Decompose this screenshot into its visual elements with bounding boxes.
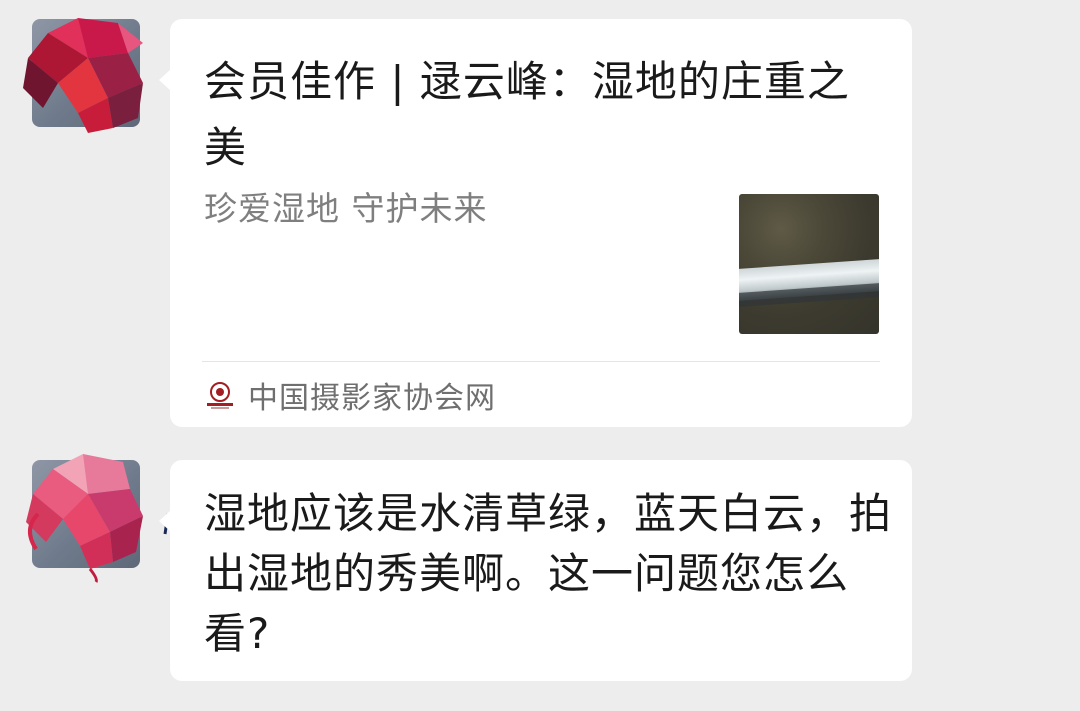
chat-conversation: 会员佳作 | 逯云峰：湿地的庄重之美 珍爱湿地 守护未来 中国摄影家协会网 湿地… bbox=[0, 0, 1080, 711]
article-source[interactable]: 中国摄影家协会网 bbox=[204, 375, 496, 416]
article-title[interactable]: 会员佳作 | 逯云峰：湿地的庄重之美 bbox=[204, 49, 884, 181]
avatar-flower-icon bbox=[26, 454, 170, 583]
avatar[interactable] bbox=[26, 454, 170, 583]
source-name: 中国摄影家协会网 bbox=[248, 381, 496, 416]
message-text: 湿地应该是水清草绿，蓝天白云，拍出湿地的秀美啊。这一问题您怎么看? bbox=[204, 489, 893, 658]
card-divider bbox=[202, 361, 880, 362]
text-message-bubble[interactable]: 湿地应该是水清草绿，蓝天白云，拍出湿地的秀美啊。这一问题您怎么看? bbox=[159, 460, 912, 681]
avatar-flower-icon bbox=[23, 18, 143, 133]
avatar[interactable] bbox=[23, 18, 143, 133]
cpa-logo-icon bbox=[204, 379, 236, 411]
article-thumbnail[interactable] bbox=[739, 194, 879, 334]
article-card[interactable]: 会员佳作 | 逯云峰：湿地的庄重之美 珍爱湿地 守护未来 中国摄影家协会网 bbox=[159, 19, 912, 427]
article-description: 珍爱湿地 守护未来 bbox=[204, 189, 488, 228]
